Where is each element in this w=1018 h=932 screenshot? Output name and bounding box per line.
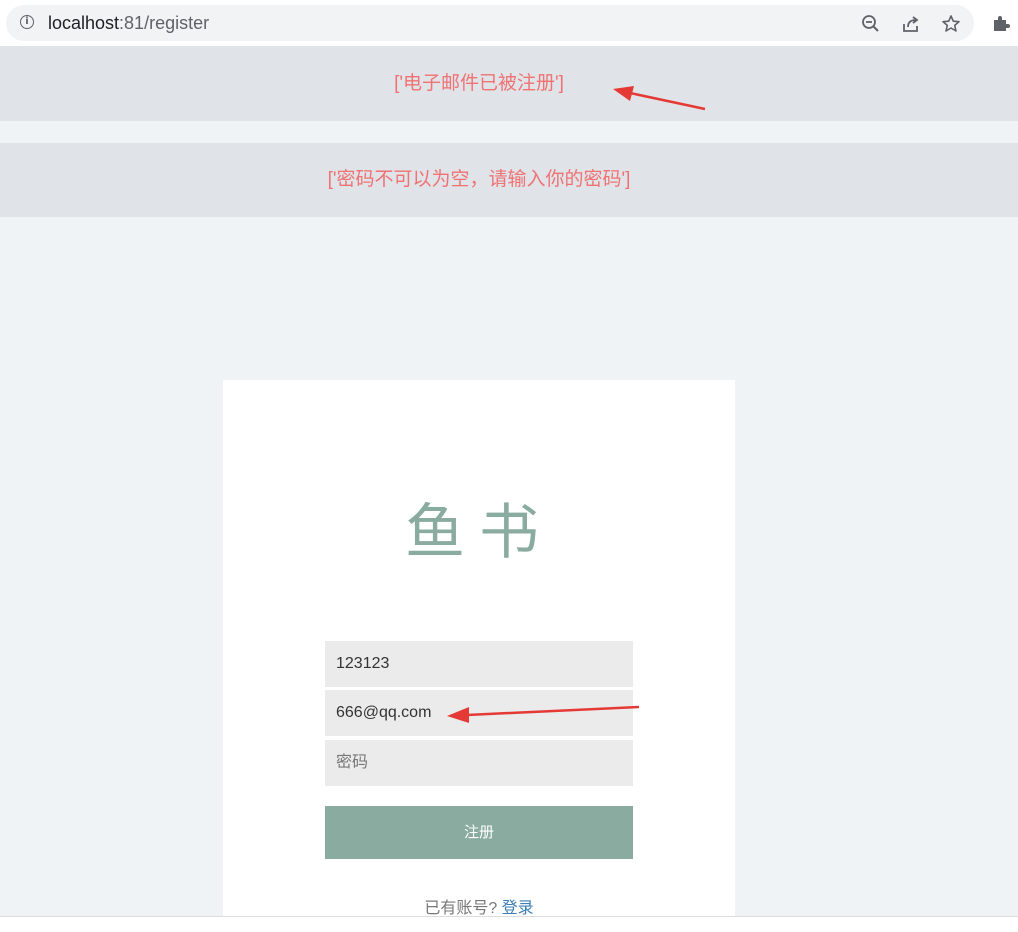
- url-host: localhost: [48, 13, 120, 33]
- extension-icon[interactable]: [991, 13, 1011, 33]
- info-icon[interactable]: i: [20, 15, 34, 29]
- login-prompt-line: 已有账号? 登录: [223, 894, 735, 918]
- login-prompt-text: 已有账号?: [424, 900, 498, 917]
- username-input[interactable]: [325, 641, 633, 687]
- flash-message-email-registered: ['电子邮件已被注册']: [0, 46, 1018, 121]
- annotation-arrow: [447, 705, 640, 723]
- login-link[interactable]: 登录: [502, 900, 534, 917]
- zoom-out-icon[interactable]: [861, 14, 881, 34]
- register-card: 鱼书 注册 已有账号? 登录: [223, 380, 735, 920]
- annotation-arrow: [613, 86, 706, 111]
- flash-message-text: ['电子邮件已被注册']: [394, 73, 564, 94]
- site-logo: 鱼书: [405, 498, 553, 568]
- register-button[interactable]: 注册: [325, 806, 633, 859]
- flash-message-text: ['密码不可以为空，请输入你的密码']: [327, 169, 631, 190]
- browser-toolbar: i localhost:81/register: [0, 0, 1018, 46]
- password-input[interactable]: [325, 740, 633, 786]
- flash-message-password-empty: ['密码不可以为空，请输入你的密码']: [0, 143, 1018, 217]
- url-text[interactable]: localhost:81/register: [48, 13, 209, 34]
- url-path: :81/register: [119, 13, 210, 33]
- address-bar[interactable]: i localhost:81/register: [6, 5, 974, 41]
- bottom-strip: [0, 916, 1018, 932]
- share-icon[interactable]: [901, 14, 921, 34]
- star-icon[interactable]: [941, 14, 961, 34]
